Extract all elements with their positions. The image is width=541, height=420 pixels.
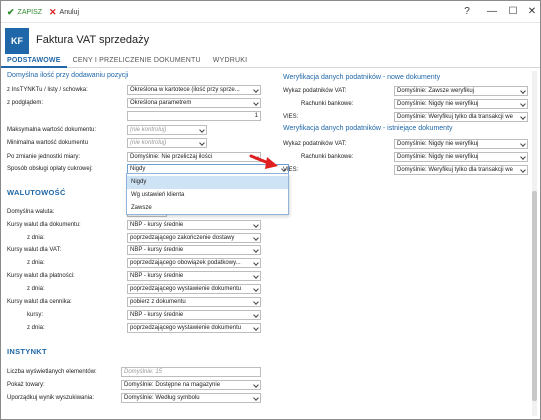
field-label: Minimalna wartość dokumentu [7, 140, 89, 146]
dropdown-option-nigdy[interactable]: Nigdy [127, 176, 288, 189]
vertical-scrollbar[interactable] [532, 71, 537, 416]
field-label: Kursy walut dla cennika: [7, 299, 72, 305]
title-bar: ✔ ZAPISZ ✕ Anuluj ? — ☐ ✕ [1, 1, 540, 23]
sugar-fee-dropdown-list: Nigdy Wg ustawień klienta Zawsze [126, 173, 289, 215]
field-label: Rachunki bankowe: [301, 101, 354, 107]
field-label: Kursy walut dla dokumentu: [7, 222, 81, 228]
pricelist-rate-type-select[interactable]: NBP - kursy średnie [127, 310, 261, 320]
field-label: Maksymalna wartość dokumentu: [7, 127, 97, 133]
document-rates-select[interactable]: NBP - kursy średnie [127, 220, 261, 230]
verification-existing-section-title: Weryfikacja danych podatników - istnieją… [283, 125, 453, 132]
close-icon: ✕ [49, 6, 57, 17]
instynkt-section-title: INSTYNKT [7, 347, 47, 356]
field-label: z dnia: [27, 325, 45, 331]
field-label: z InsTYNKTu / listy / schowka: [7, 87, 88, 93]
quantity-value-input[interactable]: 1 [127, 111, 261, 121]
field-label: Wykaz podatników VAT: [283, 141, 347, 147]
save-button[interactable]: ✔ ZAPISZ [7, 7, 42, 17]
red-arrow-icon [249, 154, 278, 169]
new-vat-register-select[interactable]: Domyślnie: Zawsze weryfikuj [394, 86, 528, 96]
page-title: Faktura VAT sprzedaży [36, 34, 150, 46]
field-label: z dnia: [27, 286, 45, 292]
dropdown-option-wg-ustawien[interactable]: Wg ustawień klienta [127, 189, 288, 202]
sort-results-select[interactable]: Domyślnie: Według symbolu [121, 393, 261, 403]
tab-wydruki[interactable]: WYDRUKI [207, 55, 253, 68]
pricelist-rate-date-select[interactable]: poprzedzającego wystawienie dokumentu [127, 323, 261, 333]
maximize-icon[interactable]: ☐ [507, 6, 519, 18]
existing-bank-accounts-select[interactable]: Domyślnie: Nigdy nie weryfikuj [394, 152, 528, 162]
field-label: kursy: [27, 312, 44, 318]
currency-section-title: WALUTOWOŚĆ [7, 188, 66, 197]
pricelist-rates-select[interactable]: pobierz z dokumentu [127, 297, 261, 307]
vat-rates-select[interactable]: NBP - kursy średnie [127, 245, 261, 255]
field-label: Liczba wyświetlanych elementów: [7, 369, 97, 375]
existing-vies-select[interactable]: Domyślnie: Weryfikuj tylko dla transakcj… [394, 165, 528, 175]
payment-rates-select[interactable]: NBP - kursy średnie [127, 271, 261, 281]
show-products-select[interactable]: Domyślnie: Dostępne na magazynie [121, 380, 261, 390]
field-label: Rachunki bankowe: [301, 154, 354, 160]
field-label: VIES: [283, 114, 299, 120]
element-count-input[interactable]: Domyślnie: 15 [121, 367, 261, 377]
new-vies-select[interactable]: Domyślnie: Weryfikuj tylko dla transakcj… [394, 112, 528, 122]
vat-rate-date-select[interactable]: poprzedzającego obowiązek podatkowy... [127, 258, 261, 268]
dropdown-option-zawsze[interactable]: Zawsze [127, 202, 288, 215]
window-close-icon[interactable]: ✕ [526, 6, 538, 18]
save-label: ZAPISZ [17, 8, 43, 16]
field-label: Pokaż towary: [7, 382, 45, 388]
scrollbar-thumb[interactable] [532, 191, 537, 401]
check-icon: ✔ [7, 6, 15, 17]
quantity-from-instynkt-select[interactable]: Określona w kartotece (ilość przy sprze.… [127, 85, 261, 95]
min-document-value-select[interactable]: (nie kontroluj) [127, 138, 207, 148]
document-rate-date-select[interactable]: poprzedzającego zakończenie dostawy [127, 233, 261, 243]
quantity-with-preview-select[interactable]: Określona parametrem [127, 98, 261, 108]
cancel-label: Anuluj [59, 8, 80, 16]
field-label: z dnia: [27, 235, 45, 241]
field-label: Kursy walut dla płatności: [7, 273, 75, 279]
unit-change-select[interactable]: Domyślnie: Nie przeliczaj ilości [127, 152, 261, 162]
field-label: Kursy walut dla VAT: [7, 247, 62, 253]
field-label: Sposób obsługi opłaty cukrowej: [7, 166, 93, 172]
verification-new-section-title: Weryfikacja danych podatników - nowe dok… [283, 74, 441, 81]
invoice-window: ✔ ZAPISZ ✕ Anuluj ? — ☐ ✕ KF Faktura VAT… [0, 0, 541, 420]
document-type-badge: KF [5, 28, 29, 54]
cancel-button[interactable]: ✕ Anuluj [49, 7, 79, 17]
existing-vat-register-select[interactable]: Domyślnie: Nigdy nie weryfikuj [394, 139, 528, 149]
new-bank-accounts-select[interactable]: Domyślnie: Nigdy nie weryfikuj [394, 99, 528, 109]
field-label: Wykaz podatników VAT: [283, 88, 347, 94]
max-document-value-select[interactable]: (nie kontroluj) [127, 125, 207, 135]
minimize-icon[interactable]: — [486, 6, 498, 18]
payment-rate-date-select[interactable]: poprzedzającego wystawienie dokumentu [127, 284, 261, 294]
field-label: Po zmianie jednostki miary: [7, 154, 81, 160]
field-label: z podglądem: [7, 100, 44, 106]
tab-bar: PODSTAWOWE CENY I PRZELICZENIE DOKUMENTU… [1, 55, 540, 68]
default-quantity-section-title: Domyślna ilość przy dodawaniu pozycji [7, 72, 129, 79]
field-label: z dnia: [27, 260, 45, 266]
help-icon[interactable]: ? [461, 6, 473, 18]
field-label: Uporządkuj wynik wyszukiwania: [7, 395, 95, 401]
document-header: KF Faktura VAT sprzedaży [1, 25, 540, 57]
tab-podstawowe[interactable]: PODSTAWOWE [1, 55, 67, 68]
tab-ceny-i-przeliczenie[interactable]: CENY I PRZELICZENIE DOKUMENTU [67, 55, 207, 68]
field-label: Domyślna waluta: [7, 209, 55, 215]
